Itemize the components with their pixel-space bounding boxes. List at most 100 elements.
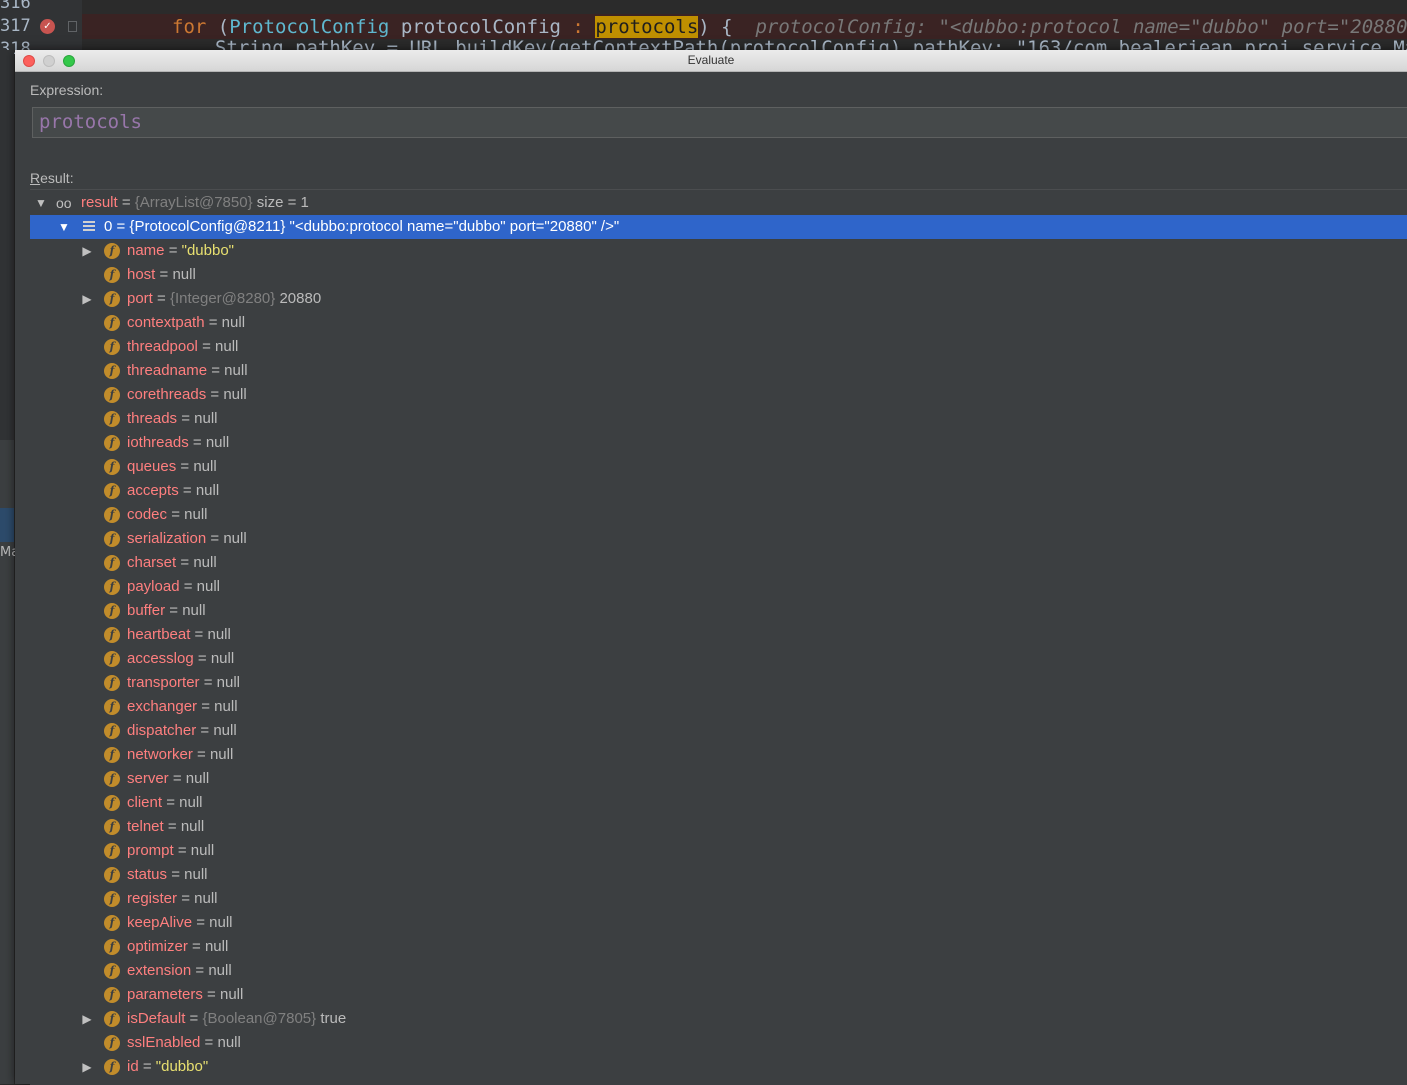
tree-row-field-threads[interactable]: f threads = null: [30, 407, 1407, 431]
field-equals: =: [197, 698, 215, 715]
field-name: iothreads: [127, 434, 189, 451]
field-name: networker: [127, 746, 193, 763]
field-name: id: [127, 1058, 139, 1075]
field-icon: f: [104, 507, 120, 523]
expand-arrow-icon[interactable]: ▶: [80, 239, 94, 263]
tree-row-field-register[interactable]: f register = null: [30, 887, 1407, 911]
tree-row-field-queues[interactable]: f queues = null: [30, 455, 1407, 479]
field-icon: f: [104, 891, 120, 907]
expand-arrow-icon[interactable]: ▶: [80, 287, 94, 311]
tree-row-field-id[interactable]: ▶ f id = "dubbo": [30, 1055, 1407, 1079]
field-equals: =: [199, 674, 217, 691]
field-name: transporter: [127, 674, 200, 691]
tree-row-field-keepAlive[interactable]: f keepAlive = null: [30, 911, 1407, 935]
field-equals: =: [202, 986, 220, 1003]
tree-row-field-name[interactable]: ▶ f name = "dubbo": [30, 239, 1407, 263]
field-value: null: [209, 746, 234, 763]
field-value: null: [213, 722, 237, 739]
tree-row-field-parameters[interactable]: f parameters = null: [30, 983, 1407, 1007]
field-equals: =: [167, 866, 185, 883]
tree-row-field-prompt[interactable]: f prompt = null: [30, 839, 1407, 863]
highlighted-expression: protocols: [595, 16, 699, 38]
tree-row-field-iothreads[interactable]: f iothreads = null: [30, 431, 1407, 455]
tree-row-field-accesslog[interactable]: f accesslog = null: [30, 647, 1407, 671]
field-value: null: [182, 602, 206, 619]
collapse-arrow-icon[interactable]: ▼: [34, 191, 48, 215]
field-name: threadpool: [127, 338, 198, 355]
field-equals: =: [191, 962, 209, 979]
field-text: codec = null: [127, 503, 208, 527]
tree-row-field-threadname[interactable]: f threadname = null: [30, 359, 1407, 383]
field-icon: f: [104, 867, 120, 883]
side-tool-strip: Mai: [0, 440, 23, 1084]
dialog-titlebar[interactable]: Evaluate: [15, 50, 1407, 72]
field-equals: =: [206, 386, 224, 403]
expression-label: Expression:: [30, 82, 104, 98]
field-equals: =: [197, 338, 216, 355]
tree-row-field-port[interactable]: ▶ f port = {Integer@8280} 20880: [30, 287, 1407, 311]
tree-row-field-serialization[interactable]: f serialization = null: [30, 527, 1407, 551]
field-text: name = "dubbo": [127, 239, 234, 263]
tree-row-field-threadpool[interactable]: f threadpool = null: [30, 335, 1407, 359]
field-icon: f: [104, 699, 120, 715]
tree-row-field-heartbeat[interactable]: f heartbeat = null: [30, 623, 1407, 647]
field-text: buffer = null: [127, 599, 206, 623]
field-equals: =: [200, 1034, 218, 1051]
tree-row-field-server[interactable]: f server = null: [30, 767, 1407, 791]
expression-input[interactable]: protocols: [32, 107, 1407, 138]
tree-row-field-payload[interactable]: f payload = null: [30, 575, 1407, 599]
tree-row-field-buffer[interactable]: f buffer = null: [30, 599, 1407, 623]
field-text: transporter = null: [127, 671, 240, 695]
field-value: null: [223, 386, 247, 403]
fold-marker-icon[interactable]: [68, 21, 77, 32]
breakpoint-icon[interactable]: ✓: [40, 19, 55, 34]
tree-row-field-charset[interactable]: f charset = null: [30, 551, 1407, 575]
field-name: accesslog: [127, 650, 194, 667]
field-name: parameters: [127, 986, 203, 1003]
tree-row-field-exchanger[interactable]: f exchanger = null: [30, 695, 1407, 719]
tree-row-field-optimizer[interactable]: f optimizer = null: [30, 935, 1407, 959]
tree-row-field-extension[interactable]: f extension = null: [30, 959, 1407, 983]
tree-row-field-transporter[interactable]: f transporter = null: [30, 671, 1407, 695]
field-equals: =: [196, 722, 214, 739]
field-text: accepts = null: [127, 479, 219, 503]
field-icon: f: [104, 387, 120, 403]
result-label: Result:: [30, 170, 74, 186]
tree-row-field-dispatcher[interactable]: f dispatcher = null: [30, 719, 1407, 743]
tree-row-field-isDefault[interactable]: ▶ f isDefault = {Boolean@7805} true: [30, 1007, 1407, 1031]
field-text: port = {Integer@8280} 20880: [127, 287, 321, 311]
tree-row-field-host[interactable]: f host = null: [30, 263, 1407, 287]
expand-arrow-icon[interactable]: ▶: [80, 1055, 94, 1079]
tree-row-field-accepts[interactable]: f accepts = null: [30, 479, 1407, 503]
field-name: server: [127, 770, 169, 787]
inline-debug-hint: protocolConfig: "<dubbo:protocol name="d…: [755, 16, 1407, 38]
field-icon: f: [104, 483, 120, 499]
tree-row-field-sslEnabled[interactable]: f sslEnabled = null: [30, 1031, 1407, 1055]
collapse-arrow-icon[interactable]: ▼: [57, 215, 71, 239]
field-text: parameters = null: [127, 983, 243, 1007]
field-icon: f: [104, 939, 120, 955]
tree-row-field-contextpath[interactable]: f contextpath = null: [30, 311, 1407, 335]
field-name: status: [127, 866, 168, 883]
field-icon: f: [104, 459, 120, 475]
tree-row-element-0[interactable]: ▼ 0 = {ProtocolConfig@8211} "<dubbo:prot…: [30, 215, 1407, 239]
tree-row-field-corethreads[interactable]: f corethreads = null: [30, 383, 1407, 407]
field-name: buffer: [127, 602, 166, 619]
field-icon: f: [104, 339, 120, 355]
tree-row-field-client[interactable]: f client = null: [30, 791, 1407, 815]
field-name: queues: [127, 458, 177, 475]
field-name: optimizer: [127, 938, 188, 955]
tree-row-field-telnet[interactable]: f telnet = null: [30, 815, 1407, 839]
field-value: null: [216, 674, 241, 691]
tree-row-field-status[interactable]: f status = null: [30, 863, 1407, 887]
field-value: null: [179, 794, 203, 811]
field-equals: =: [152, 290, 170, 307]
tree-row-result[interactable]: ▼ oo result = {ArrayList@7850} size = 1: [30, 191, 1407, 215]
field-icon: f: [104, 987, 120, 1003]
tree-row-field-codec[interactable]: f codec = null: [30, 503, 1407, 527]
expand-arrow-icon[interactable]: ▶: [80, 1007, 94, 1031]
field-text: prompt = null: [127, 839, 214, 863]
tree-row-field-networker[interactable]: f networker = null: [30, 743, 1407, 767]
field-equals: =: [192, 914, 210, 931]
result-tree[interactable]: ▼ oo result = {ArrayList@7850} size = 1 …: [30, 189, 1407, 1085]
